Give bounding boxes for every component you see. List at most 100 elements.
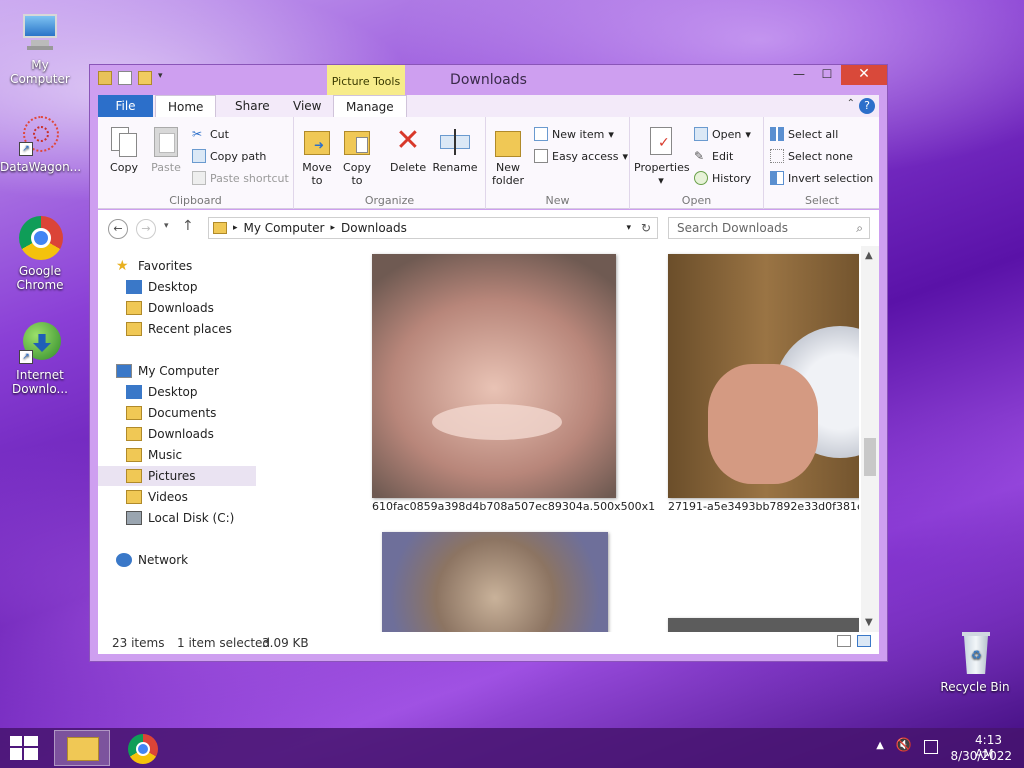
maximize-button[interactable]: ☐ bbox=[813, 65, 841, 85]
cut-button[interactable]: ✂ Cut bbox=[192, 127, 229, 141]
copy-path-button[interactable]: Copy path bbox=[192, 149, 266, 163]
file-thumbnail[interactable] bbox=[668, 618, 859, 632]
file-thumbnail[interactable] bbox=[382, 532, 608, 632]
address-bar[interactable]: ▸ My Computer ▸ Downloads ▾ ↻ bbox=[208, 217, 658, 239]
tab-view[interactable]: View bbox=[281, 95, 333, 117]
file-thumbnail[interactable] bbox=[372, 254, 616, 498]
back-button[interactable]: ← bbox=[108, 219, 128, 239]
nav-pc-videos[interactable]: Videos bbox=[98, 487, 256, 507]
tab-share[interactable]: Share bbox=[223, 95, 282, 117]
large-icons-view-icon[interactable] bbox=[857, 635, 871, 647]
desktop-icon-my-computer[interactable]: My Computer bbox=[0, 10, 80, 86]
desktop-icon-recycle-bin[interactable]: ♻ Recycle Bin bbox=[935, 632, 1015, 694]
scrollbar-thumb[interactable] bbox=[864, 438, 876, 476]
minimize-button[interactable]: — bbox=[785, 65, 813, 85]
videos-icon bbox=[126, 490, 142, 504]
scissors-icon: ✂ bbox=[192, 127, 203, 141]
nav-fav-desktop[interactable]: Desktop bbox=[98, 277, 256, 297]
delete-button[interactable]: ✕ Delete bbox=[390, 125, 426, 175]
search-input[interactable]: Search Downloads ⌕ bbox=[668, 217, 870, 239]
file-explorer-icon bbox=[67, 737, 99, 761]
recycle-bin-icon: ♻ bbox=[952, 632, 998, 678]
chevron-down-icon: ▾ bbox=[658, 174, 664, 187]
file-name[interactable]: 610fac0859a398d4b708a507ec89304a.500x500… bbox=[372, 500, 655, 513]
windows-logo-icon bbox=[10, 736, 38, 760]
show-hidden-icons-chevron-icon[interactable]: ▲ bbox=[876, 740, 884, 751]
chevron-up-icon[interactable]: ▲ bbox=[865, 250, 873, 261]
new-folder-button[interactable]: New folder bbox=[490, 125, 526, 187]
nav-pc-pictures[interactable]: Pictures bbox=[98, 466, 256, 486]
chevron-down-icon[interactable]: ▾ bbox=[626, 223, 631, 233]
edit-button[interactable]: ✎ Edit bbox=[694, 149, 733, 163]
clock-date[interactable]: 8/30/2022 bbox=[950, 749, 1012, 763]
nav-pc-documents[interactable]: Documents bbox=[98, 403, 256, 423]
new-item-button[interactable]: New item ▾ bbox=[534, 127, 614, 141]
paste-shortcut-button[interactable]: Paste shortcut bbox=[192, 171, 289, 185]
nav-pc-local-disk[interactable]: Local Disk (C:) bbox=[98, 508, 256, 528]
group-label: Organize bbox=[364, 194, 415, 207]
chevron-up-icon[interactable]: ⌃ bbox=[847, 98, 855, 109]
invert-selection-button[interactable]: Invert selection bbox=[770, 171, 873, 185]
copy-icon bbox=[109, 125, 139, 157]
help-button[interactable]: ? bbox=[859, 98, 875, 114]
forward-button[interactable]: → bbox=[136, 219, 156, 239]
taskbar-chrome[interactable] bbox=[122, 730, 162, 766]
nav-fav-downloads[interactable]: Downloads bbox=[98, 298, 256, 318]
nav-fav-recent-places[interactable]: Recent places bbox=[98, 319, 256, 339]
documents-icon bbox=[126, 406, 142, 420]
file-name[interactable]: 27191-a5e3493bb7892e33d0f381e31b7a3d0e bbox=[668, 500, 859, 513]
desktop-icon-label: Google Chrome bbox=[16, 264, 64, 292]
breadcrumb-separator-icon: ▸ bbox=[330, 223, 335, 233]
nav-my-computer[interactable]: My Computer bbox=[98, 361, 256, 381]
desktop-icon bbox=[126, 385, 142, 399]
chrome-icon bbox=[17, 216, 63, 262]
chevron-down-icon: ▾ bbox=[608, 127, 614, 141]
network-status-icon[interactable] bbox=[924, 740, 938, 754]
nav-pc-music[interactable]: Music bbox=[98, 445, 256, 465]
folder-icon bbox=[213, 222, 227, 234]
tab-file[interactable]: File bbox=[98, 95, 153, 117]
tab-manage[interactable]: Manage bbox=[333, 95, 407, 118]
move-to-button[interactable]: ➜ Move to bbox=[300, 125, 334, 187]
tab-home[interactable]: Home bbox=[155, 95, 217, 118]
internet-download-manager-icon: ↗ bbox=[17, 320, 63, 366]
nav-pc-downloads[interactable]: Downloads bbox=[98, 424, 256, 444]
volume-muted-icon[interactable]: 🔇 bbox=[896, 738, 912, 753]
file-thumbnail[interactable] bbox=[668, 254, 859, 498]
copy-to-button[interactable]: Copy to bbox=[340, 125, 374, 187]
edit-icon: ✎ bbox=[694, 149, 705, 163]
breadcrumb-my-computer[interactable]: My Computer bbox=[244, 221, 325, 235]
details-view-icon[interactable] bbox=[837, 635, 851, 647]
close-button[interactable]: ✕ bbox=[841, 65, 887, 85]
title-bar[interactable]: ▾ Picture Tools Downloads — ☐ ✕ bbox=[90, 65, 887, 95]
desktop-icon-datawagon[interactable]: ↗ DataWagon... bbox=[0, 112, 81, 174]
nav-favorites[interactable]: ★ Favorites bbox=[98, 256, 256, 276]
item-count: 23 items bbox=[112, 636, 165, 650]
refresh-icon[interactable]: ↻ bbox=[641, 221, 651, 235]
copy-button[interactable]: Copy bbox=[106, 125, 142, 174]
taskbar-file-explorer[interactable] bbox=[54, 730, 110, 766]
easy-access-button[interactable]: Easy access ▾ bbox=[534, 149, 628, 163]
select-none-button[interactable]: Select none bbox=[770, 149, 853, 163]
breadcrumb-downloads[interactable]: Downloads bbox=[341, 221, 407, 235]
start-button[interactable] bbox=[10, 736, 38, 760]
properties-button[interactable]: ✓ Properties ▾ bbox=[634, 125, 690, 187]
desktop-icon-chrome[interactable]: Google Chrome bbox=[0, 216, 80, 292]
properties-icon: ✓ bbox=[646, 125, 676, 157]
rename-button[interactable]: Rename bbox=[432, 125, 478, 174]
select-all-button[interactable]: Select all bbox=[770, 127, 838, 141]
history-button[interactable]: History bbox=[694, 171, 751, 185]
nav-network[interactable]: Network bbox=[98, 550, 256, 570]
recent-locations-chevron-icon[interactable]: ▾ bbox=[164, 221, 169, 231]
chevron-down-icon[interactable]: ▼ bbox=[865, 617, 873, 628]
nav-pc-desktop[interactable]: Desktop bbox=[98, 382, 256, 402]
desktop-icon-label: Internet Downlo... bbox=[12, 368, 68, 396]
select-all-icon bbox=[770, 127, 784, 141]
up-button[interactable]: ↑ bbox=[182, 218, 194, 234]
vertical-scrollbar[interactable]: ▲ ▼ bbox=[861, 246, 879, 632]
breadcrumb-separator-icon: ▸ bbox=[233, 223, 238, 233]
paste-button[interactable]: Paste bbox=[148, 125, 184, 174]
open-button[interactable]: Open ▾ bbox=[694, 127, 751, 141]
desktop-icon-idm[interactable]: ↗ Internet Downlo... bbox=[0, 320, 80, 396]
navigation-pane: ★ Favorites Desktop Downloads Recent pla… bbox=[98, 246, 258, 632]
